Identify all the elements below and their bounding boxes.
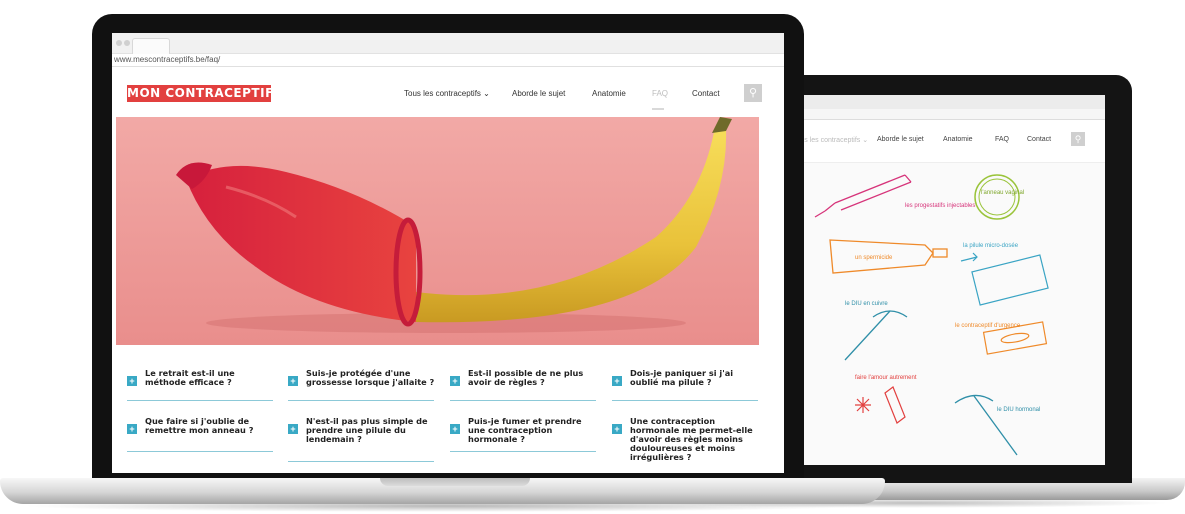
doodle-label-injectables: les progestatifs injectables bbox=[905, 203, 976, 209]
iud-copper-doodle-icon bbox=[844, 310, 908, 361]
faq-divider bbox=[612, 400, 758, 401]
faq-divider bbox=[127, 400, 273, 401]
doodle-label-pill: la pilule micro-dosée bbox=[963, 243, 1019, 249]
faq-question[interactable]: Puis-je fumer et prendre une contracepti… bbox=[468, 417, 598, 444]
nav-item-faq[interactable]: FAQ bbox=[652, 89, 668, 98]
front-laptop-notch bbox=[380, 478, 530, 486]
back-laptop-screen: Tous les contraceptifs ⌄ Aborde le sujet… bbox=[785, 95, 1105, 465]
faq-divider bbox=[450, 451, 596, 452]
faq-question[interactable]: Que faire si j'oublie de remettre mon an… bbox=[145, 417, 275, 435]
doodle-label-iud-copper: le DIU en cuivre bbox=[845, 301, 888, 307]
plus-icon[interactable]: + bbox=[288, 424, 298, 434]
back-nav-item-anatomie[interactable]: Anatomie bbox=[943, 136, 973, 143]
window-close-button[interactable] bbox=[116, 40, 122, 46]
nav-item-contact[interactable]: Contact bbox=[692, 89, 720, 98]
doodle-label-iud-hormonal: le DIU hormonal bbox=[997, 407, 1041, 413]
back-site-nav: Tous les contraceptifs ⌄ Aborde le sujet… bbox=[785, 120, 1105, 163]
doodle-label-emergency: le contraceptif d'urgence bbox=[955, 323, 1021, 329]
doodle-label-spermicide: un spermicide bbox=[855, 255, 893, 261]
hero-image bbox=[116, 117, 759, 345]
iud-hormonal-doodle-icon bbox=[954, 394, 1018, 456]
back-nav-item-faq[interactable]: FAQ bbox=[995, 136, 1009, 143]
back-nav-item-contact[interactable]: Contact bbox=[1027, 136, 1051, 143]
faq-divider bbox=[127, 451, 273, 452]
browser-tab[interactable] bbox=[132, 38, 170, 54]
plus-icon[interactable]: + bbox=[450, 376, 460, 386]
plus-icon[interactable]: + bbox=[612, 376, 622, 386]
faq-grid: + Le retrait est-il une méthode efficace… bbox=[112, 351, 784, 473]
nav-item-contraceptifs[interactable]: Tous les contraceptifs ⌄ bbox=[404, 89, 490, 98]
back-search-icon[interactable]: ⚲ bbox=[1071, 132, 1085, 146]
plus-icon[interactable]: + bbox=[612, 424, 622, 434]
pill-pack-doodle-icon bbox=[960, 252, 1049, 306]
faq-question[interactable]: Est-il possible de ne plus avoir de règl… bbox=[468, 369, 598, 387]
back-browser-address-bar bbox=[785, 109, 1105, 120]
browser-tabbar bbox=[112, 33, 784, 54]
faq-question[interactable]: Dois-je paniquer si j'ai oublié ma pilul… bbox=[630, 369, 760, 387]
doodle-label-ring: l'anneau vaginal bbox=[981, 190, 1025, 196]
browser-address-bar[interactable]: www.mescontraceptifs.be/faq/ bbox=[112, 54, 784, 67]
front-laptop-screen: www.mescontraceptifs.be/faq/ MON CONTRAC… bbox=[112, 33, 784, 473]
back-nav-item-aborde[interactable]: Aborde le sujet bbox=[877, 136, 924, 143]
plus-icon[interactable]: + bbox=[127, 376, 137, 386]
faq-question[interactable]: N'est-il pas plus simple de prendre une … bbox=[306, 417, 436, 444]
back-doodles-illustration bbox=[814, 174, 1049, 456]
back-nav-item-contraceptifs[interactable]: Tous les contraceptifs ⌄ bbox=[793, 136, 868, 144]
window-minimize-button[interactable] bbox=[124, 40, 130, 46]
plus-icon[interactable]: + bbox=[450, 424, 460, 434]
faq-divider bbox=[288, 461, 434, 462]
faq-question[interactable]: Le retrait est-il une méthode efficace ? bbox=[145, 369, 275, 387]
faq-question[interactable]: Une contraception hormonale me permet-el… bbox=[630, 417, 760, 462]
faq-question[interactable]: Suis-je protégée d'une grossesse lorsque… bbox=[306, 369, 436, 387]
site-header: MON CONTRACEPTIF Tous les contraceptifs … bbox=[112, 67, 784, 117]
firework-doodle-icon bbox=[855, 386, 906, 424]
nav-item-anatomie[interactable]: Anatomie bbox=[592, 89, 626, 98]
search-icon[interactable]: ⚲ bbox=[744, 84, 762, 102]
back-browser-tabbar bbox=[785, 95, 1105, 109]
doodle-label-autrement: faire l'amour autrement bbox=[855, 375, 917, 381]
plus-icon[interactable]: + bbox=[288, 376, 298, 386]
address-url[interactable]: www.mescontraceptifs.be/faq/ bbox=[114, 55, 220, 64]
faq-divider bbox=[450, 400, 596, 401]
ring-doodle-icon bbox=[974, 174, 1020, 220]
banana-condom-illustration bbox=[116, 117, 759, 345]
nav-item-aborde-le-sujet[interactable]: Aborde le sujet bbox=[512, 89, 565, 98]
faq-divider bbox=[288, 400, 434, 401]
site-logo[interactable]: MON CONTRACEPTIF bbox=[127, 85, 273, 102]
syringe-doodle-icon bbox=[814, 174, 912, 218]
plus-icon[interactable]: + bbox=[127, 424, 137, 434]
nav-active-indicator bbox=[652, 108, 664, 110]
